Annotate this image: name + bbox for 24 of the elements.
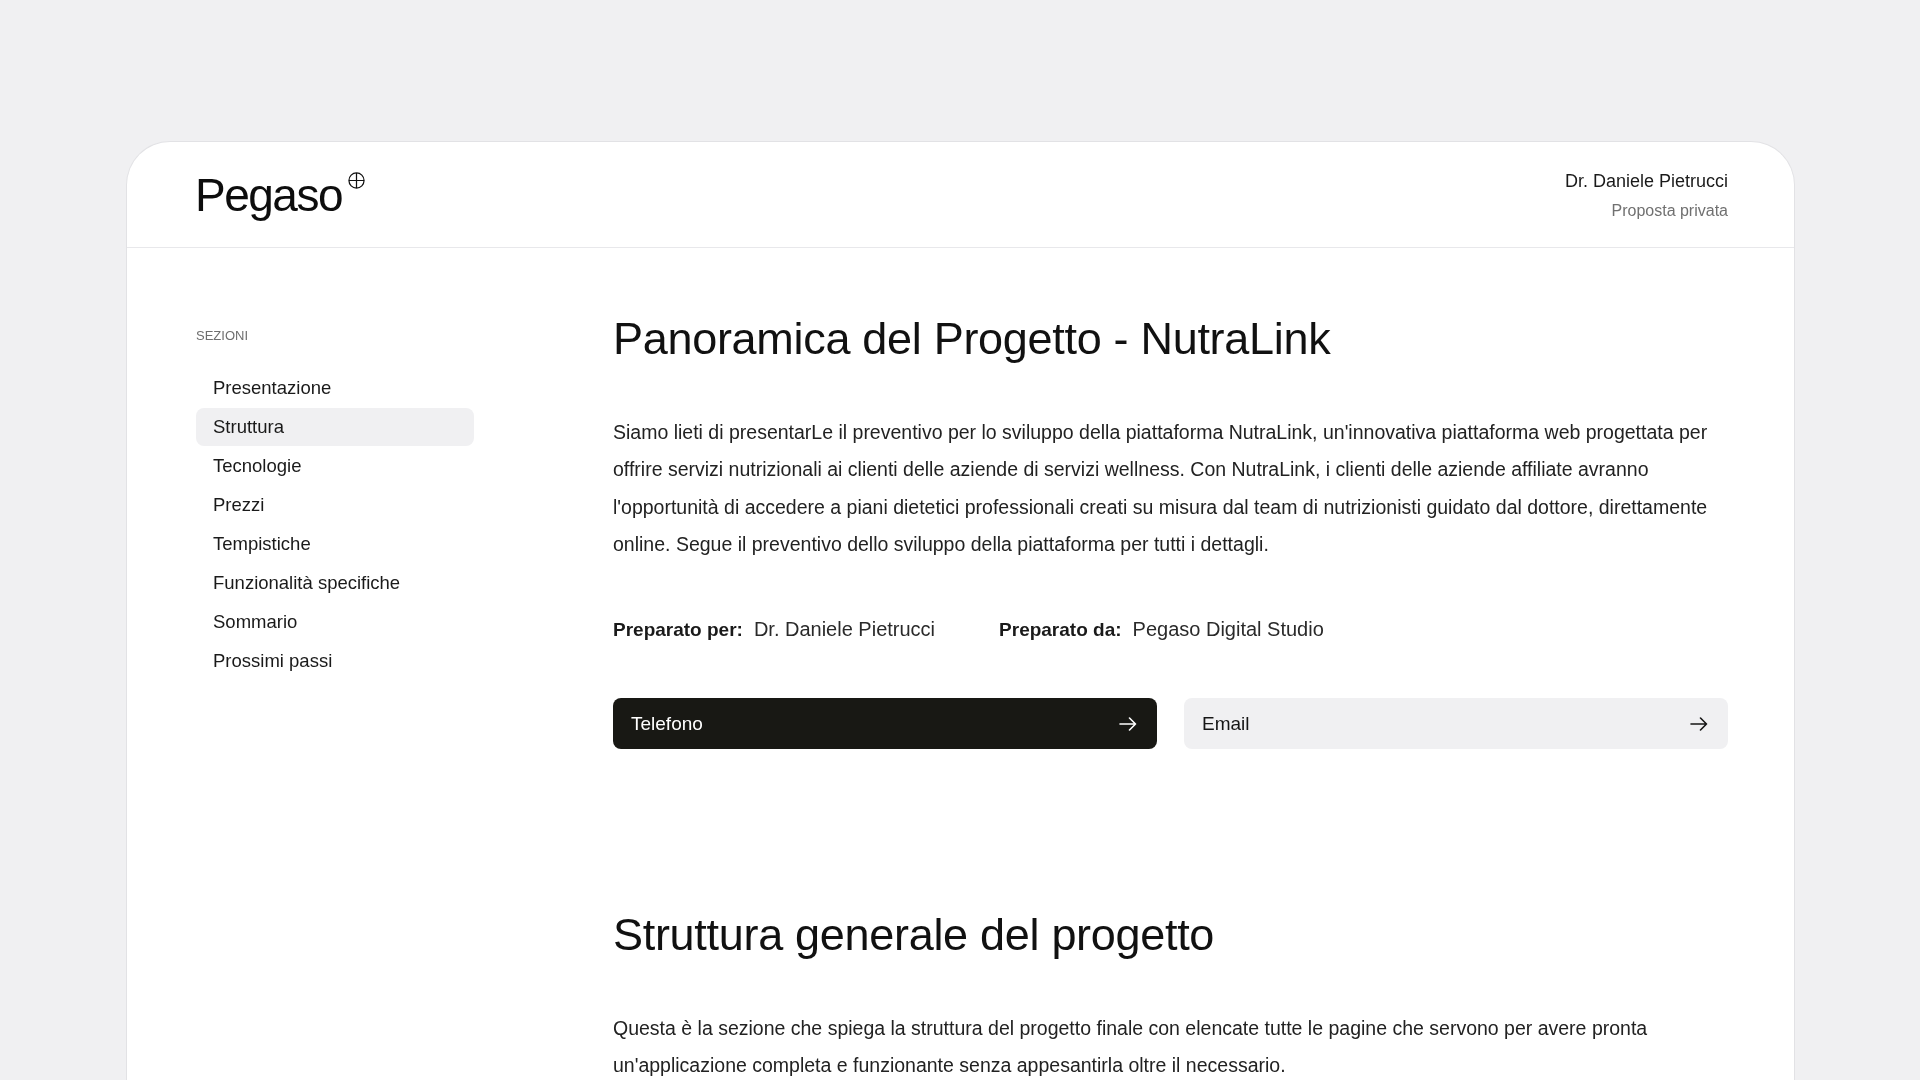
prepared-label: Preparato da: — [999, 618, 1122, 643]
sidebar-item[interactable]: Sommario — [196, 603, 474, 641]
section-title: Panoramica del Progetto - NutraLink — [613, 314, 1332, 364]
section-title: Struttura generale del progetto — [613, 910, 1216, 961]
sidebar-item[interactable]: Presentazione — [196, 369, 474, 407]
contact-button[interactable]: Telefono — [613, 698, 1157, 750]
arrow-right-icon — [1119, 716, 1137, 731]
prepared-value: Dr. Daniele Pietrucci — [753, 617, 936, 642]
sidebar-item[interactable]: Struttura — [196, 408, 474, 446]
client-name: Dr. Daniele Pietrucci — [1564, 169, 1728, 192]
circle-plus-icon — [348, 171, 365, 189]
sidebar-item[interactable]: Prezzi — [196, 486, 474, 524]
sidebar-item[interactable]: Tempistiche — [196, 525, 474, 563]
section-paragraph: Siamo lieti di presentarLe il preventivo per lo sviluppo della piattaforma NutraLink, un'innovativa piattaforma web progettata per offrire servizi nutrizionali ai clienti delle aziende di servizi wellness. Con NutraLink, i clienti delle aziende affiliate avranno l'opportunità di accedere a piani dietetici professionali creati su misura dal team di nutrizionisti guidato dal dottore, direttamente online. Segue il preventivo dello sviluppo della piattaforma per tutti i dettagli. — [613, 420, 1709, 557]
prepared-label: Preparato per: — [613, 618, 743, 643]
prepared-value: Pegaso Digital Studio — [1132, 617, 1324, 642]
section-paragraph: Questa è la sezione che spiega la struttura del progetto finale con elencate tutte le pagine che servono per avere pronta un'applicazione completa e funzionante senza appesantirla oltre il necessario. — [613, 1016, 1649, 1079]
sidebar-item[interactable]: Tecnologie — [196, 447, 474, 485]
sidebar-item[interactable]: Funzionalità specifiche — [196, 564, 474, 602]
arrow-right-icon — [1690, 716, 1708, 731]
contact-button[interactable]: Email — [1184, 698, 1728, 750]
proposal-type: Proposta privata — [1611, 200, 1728, 220]
sidebar-item[interactable]: Prossimi passi — [196, 642, 474, 680]
sidebar-heading: SEZIONI — [196, 328, 248, 344]
